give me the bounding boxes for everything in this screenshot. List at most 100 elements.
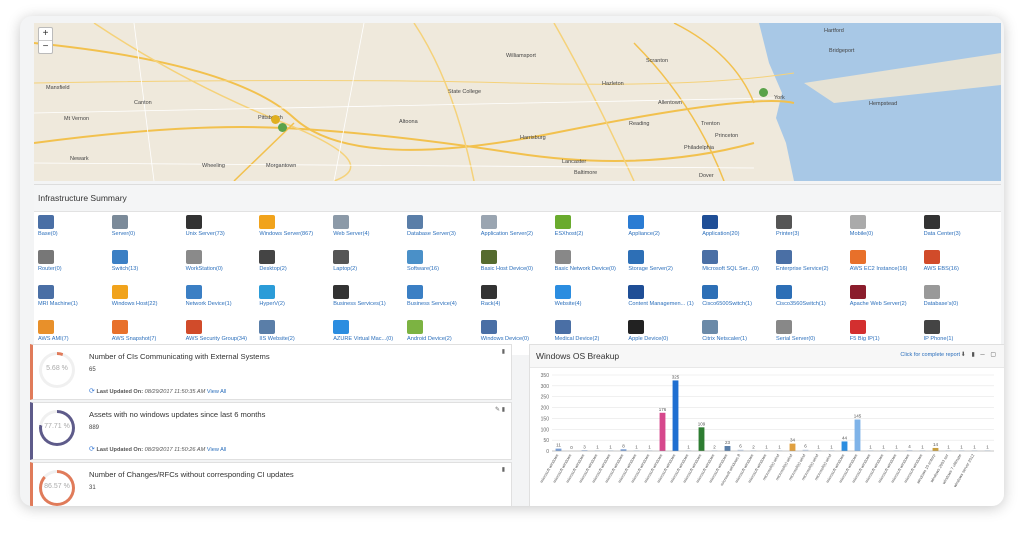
map-marker-new-york[interactable] [759,88,768,97]
chart-bar [841,441,848,451]
infra-item-label: IIS Website(2) [259,336,295,342]
metric-card[interactable]: 86.57 % Number of Changes/RFCs without co… [30,462,512,506]
infra-item-label: Printer(3) [776,231,800,237]
chart-bar [672,380,679,451]
infra-item-label: Database Server(3) [407,231,456,237]
metric-card[interactable]: 5.68 % Number of CIs Communicating with E… [30,344,512,400]
infra-item[interactable]: Network Device(1) [185,285,260,319]
infra-item-icon [628,285,645,299]
view-all-link[interactable]: View All [207,447,227,453]
infra-item-icon [702,250,719,264]
infra-item[interactable]: HyperV(2) [259,285,333,319]
infra-item[interactable]: Business Service(4) [407,285,481,319]
infra-item[interactable]: Unix Server(73) [185,215,260,249]
infra-item-label: Mobile(0) [849,231,874,237]
infra-item[interactable]: AWS EC2 Instance(16) [849,250,924,284]
infra-item-label: Switch(13) [111,266,139,272]
infra-item[interactable]: Software(16) [407,250,481,284]
map-marker-pittsburgh[interactable] [271,115,280,124]
card-actions-icon[interactable]: ▮ [502,348,505,355]
infra-item-label: Business Service(4) [407,301,457,307]
infra-item[interactable]: Laptop(2) [333,250,407,284]
infra-item-icon [776,250,792,264]
card-actions-icon[interactable]: ▮ [502,466,505,473]
infra-item-icon [259,250,276,264]
metric-percentage-ring: 86.57 % [39,470,75,506]
infra-item[interactable]: ESXhost(2) [554,215,629,249]
map-city-label: Williamsport [506,53,536,59]
bar-value-label: 176 [659,407,667,412]
bar-value-label: 6 [739,444,742,449]
infra-item[interactable]: Application(20) [702,215,776,249]
infra-item[interactable]: Business Services(1) [333,285,407,319]
bar-value-label: 1 [869,444,872,449]
bar-value-label: 109 [698,421,706,426]
infra-item-icon [554,320,571,334]
infra-item[interactable]: Printer(3) [776,215,850,249]
map-city-label: Trenton [701,121,720,127]
infra-item[interactable]: Data Center(3) [923,215,998,249]
infra-item-label: Application Server(2) [480,231,534,237]
view-all-link[interactable]: View All [207,389,227,395]
bar-value-label: 44 [842,435,848,440]
chart-bar [698,427,705,451]
infra-item[interactable]: AWS EBS(16) [923,250,998,284]
map[interactable]: + − MansfieldMt VernonNewarkCantonPittsb… [34,23,1001,181]
infra-item-label: F5 Big IP(1) [849,336,880,342]
infra-item-icon [628,320,645,334]
infra-item-label: AWS AMI(7) [38,336,69,342]
infra-item-icon [259,285,276,299]
chart-toolbar-icons[interactable]: ⬇ ▮ ─ ▢ [961,351,998,358]
infra-item-label: Citrix Netscaler(1) [702,336,747,342]
bar-value-label: 1 [947,444,950,449]
infra-item[interactable]: Content Managemen... (1) [628,285,702,319]
infra-item[interactable]: Database's(0) [923,285,998,319]
windows-os-breakup-panel: Windows OS Breakup Click for complete re… [529,344,1004,506]
zoom-in-button[interactable]: + [39,28,52,41]
map-city-label: York [774,95,785,101]
infra-item-icon [849,250,866,264]
infra-item[interactable]: Apache Web Server(2) [849,285,924,319]
infra-item[interactable]: Rack(4) [480,285,555,319]
infra-item[interactable]: Database Server(3) [407,215,481,249]
infra-item[interactable]: Website(4) [554,285,629,319]
infra-item[interactable]: Windows Host(22) [111,285,186,319]
infra-item-icon [776,320,792,334]
infra-item[interactable]: Enterprise Service(2) [776,250,850,284]
infra-item-icon [923,285,940,299]
infra-item[interactable]: Switch(13) [111,250,186,284]
infra-item[interactable]: Microsoft SQL Ser...(0) [702,250,776,284]
refresh-icon[interactable]: ⟳ [89,388,95,395]
infra-item[interactable]: Router(0) [38,250,112,284]
infra-item[interactable]: Base(0) [38,215,112,249]
refresh-icon[interactable]: ⟳ [89,446,95,453]
infra-item[interactable]: WorkStation(0) [185,250,260,284]
infra-item[interactable]: Cisco3560Switch(1) [776,285,850,319]
updated-label: Last Updated On: [96,389,144,395]
infra-item[interactable]: MRI Machine(1) [38,285,112,319]
metric-card[interactable]: 77.71 % Assets with no windows updates si… [30,402,512,460]
infra-item[interactable]: Mobile(0) [849,215,924,249]
y-tick-label: 50 [543,438,549,444]
infra-item-icon [38,285,54,299]
map-marker-pittsburgh-2[interactable] [278,123,287,132]
infra-item[interactable]: Application Server(2) [480,215,555,249]
infra-item[interactable]: Storage Server(2) [628,250,702,284]
zoom-out-button[interactable]: − [39,41,52,53]
infra-item-icon [111,320,128,334]
infra-item[interactable]: Cisco6500Switch(1) [702,285,776,319]
infra-item-icon [702,215,719,229]
infra-item-label: Software(16) [407,266,440,272]
infra-item[interactable]: Server(0) [111,215,186,249]
infra-item[interactable]: Windows Server(867) [259,215,333,249]
infra-item[interactable]: Basic Network Device(0) [554,250,629,284]
infra-item-icon [554,215,571,229]
card-actions-icon[interactable]: ✎ ▮ [495,406,505,413]
infra-item[interactable]: Desktop(2) [259,250,333,284]
infra-item[interactable]: Basic Host Device(0) [480,250,555,284]
infra-item-icon [554,250,571,264]
infra-item[interactable]: Appliance(2) [628,215,702,249]
metric-value: 65 [89,367,96,373]
complete-report-link[interactable]: Click for complete report [900,352,960,358]
infra-item[interactable]: Web Server(4) [333,215,407,249]
